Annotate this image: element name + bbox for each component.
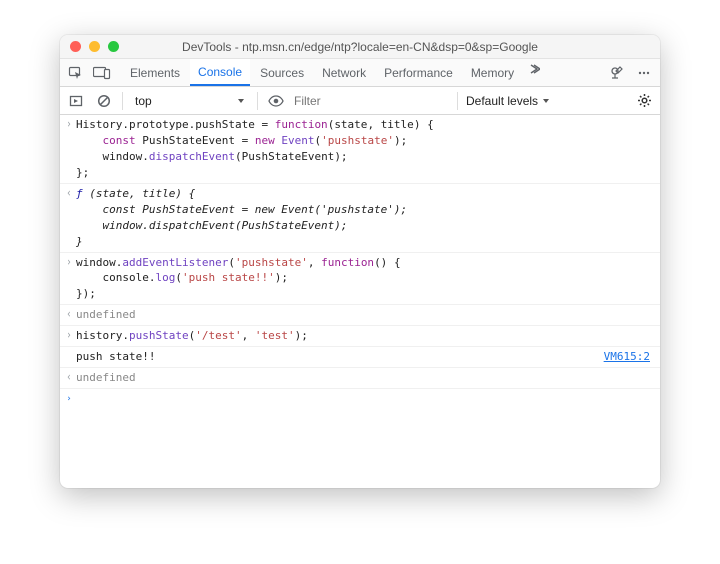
divider: [122, 92, 123, 110]
traffic-lights: [70, 41, 119, 52]
devtools-window: DevTools - ntp.msn.cn/edge/ntp?locale=en…: [60, 35, 660, 488]
tab-network[interactable]: Network: [314, 59, 374, 86]
minimize-window-button[interactable]: [89, 41, 100, 52]
tab-console[interactable]: Console: [190, 59, 250, 86]
console-settings-icon[interactable]: [634, 91, 654, 111]
tab-elements[interactable]: Elements: [122, 59, 188, 86]
divider: [457, 92, 458, 110]
source-location-link[interactable]: VM615:2: [604, 349, 656, 365]
console-input-row[interactable]: history.pushState('/test', 'test');: [60, 326, 660, 347]
console-prompt-row[interactable]: ›: [60, 389, 660, 408]
divider: [257, 92, 258, 110]
console-sidebar-toggle-icon[interactable]: [66, 91, 86, 111]
tab-memory[interactable]: Memory: [463, 59, 522, 86]
console-output: History.prototype.pushState = function(s…: [60, 115, 660, 488]
titlebar: DevTools - ntp.msn.cn/edge/ntp?locale=en…: [60, 35, 660, 59]
log-levels-selector[interactable]: Default levels: [466, 94, 550, 108]
code-snippet: window.addEventListener('pushstate', fun…: [76, 255, 656, 303]
console-output-row: undefined: [60, 305, 660, 326]
code-snippet: history.pushState('/test', 'test');: [76, 328, 656, 344]
customize-icon[interactable]: [606, 63, 626, 83]
device-toolbar-icon[interactable]: [92, 63, 112, 83]
window-title: DevTools - ntp.msn.cn/edge/ntp?locale=en…: [60, 40, 660, 54]
return-value: undefined: [76, 307, 656, 323]
console-prompt-input[interactable]: [76, 391, 656, 406]
kebab-menu-icon[interactable]: [634, 63, 654, 83]
zoom-window-button[interactable]: [108, 41, 119, 52]
console-input-row[interactable]: History.prototype.pushState = function(s…: [60, 115, 660, 184]
return-value: undefined: [76, 370, 656, 386]
log-message: push state!!: [76, 349, 604, 365]
console-toolbar: top Default levels: [60, 87, 660, 115]
console-log-row: push state!! VM615:2: [60, 347, 660, 368]
close-window-button[interactable]: [70, 41, 81, 52]
clear-console-icon[interactable]: [94, 91, 114, 111]
console-input-row[interactable]: window.addEventListener('pushstate', fun…: [60, 253, 660, 306]
devtools-tabs: Elements Console Sources Network Perform…: [60, 59, 660, 87]
context-selector[interactable]: top: [131, 94, 249, 108]
filter-input[interactable]: [294, 94, 449, 108]
console-output-row: undefined: [60, 368, 660, 389]
code-snippet: History.prototype.pushState = function(s…: [76, 117, 656, 181]
tab-sources[interactable]: Sources: [252, 59, 312, 86]
levels-label: Default levels: [466, 94, 538, 108]
context-label: top: [135, 94, 152, 108]
inspect-element-icon[interactable]: [66, 63, 86, 83]
more-tabs-icon[interactable]: [524, 59, 544, 79]
return-value: ƒ (state, title) { const PushStateEvent …: [76, 186, 656, 250]
tab-performance[interactable]: Performance: [376, 59, 461, 86]
console-output-row: ƒ (state, title) { const PushStateEvent …: [60, 184, 660, 253]
live-expression-icon[interactable]: [266, 91, 286, 111]
